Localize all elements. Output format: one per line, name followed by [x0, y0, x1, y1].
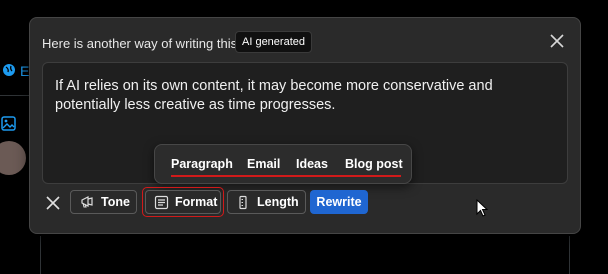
mouse-cursor — [476, 198, 489, 222]
format-button[interactable]: Format — [145, 190, 221, 214]
ai-generated-badge: AI generated — [235, 31, 312, 53]
close-icon[interactable] — [548, 32, 566, 50]
image-icon[interactable] — [1, 116, 16, 135]
avatar[interactable] — [0, 141, 26, 175]
format-icon — [154, 195, 169, 209]
background-panel — [40, 236, 570, 274]
length-button[interactable]: Length — [227, 190, 306, 214]
format-option-ideas[interactable]: Ideas — [296, 157, 328, 171]
format-option-email[interactable]: Email — [247, 157, 280, 171]
tone-label: Tone — [101, 195, 130, 209]
megaphone-icon — [81, 196, 93, 208]
rewritten-text: If AI relies on its own content, it may … — [55, 78, 493, 113]
format-option-paragraph[interactable]: Paragraph — [171, 157, 233, 171]
popup-header: Here is another way of writing this — [42, 36, 238, 51]
length-label: Length — [257, 195, 299, 209]
close-icon[interactable] — [44, 194, 62, 212]
rewrite-button[interactable]: Rewrite — [310, 190, 368, 214]
format-options-menu: Paragraph Email Ideas Blog post — [154, 144, 412, 184]
length-icon — [239, 195, 247, 209]
format-option-blog-post[interactable]: Blog post — [345, 157, 403, 171]
globe-icon[interactable] — [2, 63, 16, 81]
format-label: Format — [175, 195, 218, 209]
ai-rewrite-popup: Here is another way of writing this AI g… — [29, 17, 581, 234]
nav-label-partial: E — [20, 63, 30, 79]
highlight-underline — [171, 175, 401, 177]
tone-button[interactable]: Tone — [70, 190, 137, 214]
left-navigation: E — [0, 0, 30, 274]
divider — [0, 95, 30, 96]
